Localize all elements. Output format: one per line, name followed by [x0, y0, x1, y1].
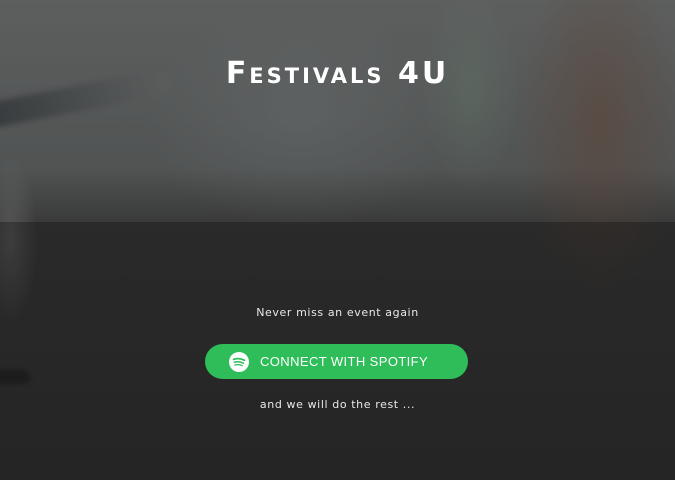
landing-page: Festivals 4U Never miss an event again C… — [0, 0, 675, 480]
site-title: Festivals 4U — [225, 56, 450, 91]
tagline: Never miss an event again — [256, 306, 419, 319]
hero-section — [0, 0, 675, 222]
connect-spotify-button[interactable]: CONNECT WITH SPOTIFY — [205, 344, 468, 379]
spotify-icon — [229, 351, 249, 372]
connect-spotify-label: CONNECT WITH SPOTIFY — [260, 354, 429, 369]
subline: and we will do the rest ... — [259, 398, 416, 411]
